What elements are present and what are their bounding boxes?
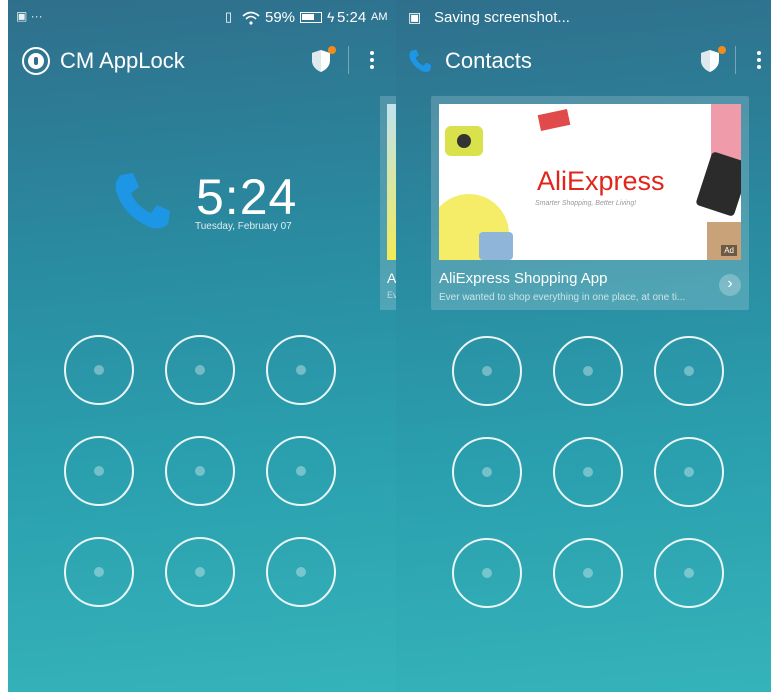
status-time: 5:24 xyxy=(337,9,367,26)
battery-percent: 59% xyxy=(265,9,296,26)
pattern-node[interactable] xyxy=(266,335,336,405)
screenshot-icon: ▣ xyxy=(408,9,422,25)
phone-icon xyxy=(115,173,170,229)
status-bar: ▣ Saving screenshot... xyxy=(396,0,771,36)
app-title: Contacts xyxy=(445,48,532,73)
contacts-screen: ▣ Saving screenshot... Contacts AliExpre… xyxy=(396,0,771,692)
wifi-icon xyxy=(242,11,260,25)
pattern-node[interactable] xyxy=(654,437,724,507)
pattern-node[interactable] xyxy=(452,437,522,507)
pattern-node[interactable] xyxy=(553,336,623,406)
ad-camera-shape xyxy=(445,126,483,156)
shield-icon[interactable] xyxy=(699,46,726,73)
clock-time: 5:24 xyxy=(196,169,298,225)
ad-description: Ever wanted to shop everything in one pl… xyxy=(439,292,686,303)
ad-tablet-shape xyxy=(695,151,741,217)
clock-date: Tuesday, February 07 xyxy=(195,221,292,232)
pattern-node[interactable] xyxy=(452,336,522,406)
ad-tagline: Smarter Shopping, Better Living! xyxy=(535,200,637,207)
peek-title: A xyxy=(387,270,396,286)
battery-icon xyxy=(300,12,322,23)
app-bar: CM AppLock xyxy=(8,38,396,82)
ad-badge: Ad xyxy=(721,245,737,256)
pattern-node[interactable] xyxy=(266,436,336,506)
status-bar: ▣ ··· ▯ 59% ϟ 5:24 AM xyxy=(8,0,396,36)
ad-brand: AliExpress xyxy=(537,166,665,196)
more-vert-icon[interactable] xyxy=(367,48,377,72)
charging-icon: ϟ xyxy=(327,9,335,25)
pattern-node[interactable] xyxy=(64,537,134,607)
chevron-right-icon[interactable]: › xyxy=(719,274,741,296)
status-ampm: AM xyxy=(371,11,388,23)
applock-screen: ▣ ··· ▯ 59% ϟ 5:24 AM CM AppLock 5:24 Tu… xyxy=(8,0,396,692)
vibrate-icon: ▯ xyxy=(225,9,233,24)
pattern-node[interactable] xyxy=(165,436,235,506)
app-bar: Contacts xyxy=(396,38,771,82)
ad-title[interactable]: AliExpress Shopping App xyxy=(439,270,607,287)
pattern-node[interactable] xyxy=(553,538,623,608)
pattern-node[interactable] xyxy=(165,335,235,405)
peek-ad-card[interactable]: A Ev xyxy=(380,96,396,310)
ad-cloth-shape xyxy=(479,232,513,260)
pattern-node[interactable] xyxy=(553,437,623,507)
phone-icon xyxy=(409,49,432,72)
pattern-node[interactable] xyxy=(165,537,235,607)
notification-icons: ▣ ··· xyxy=(16,9,43,23)
ad-card[interactable]: AliExpress Smarter Shopping, Better Livi… xyxy=(431,96,749,310)
pattern-node[interactable] xyxy=(64,335,134,405)
shield-icon[interactable] xyxy=(310,46,336,73)
app-title: CM AppLock xyxy=(60,48,185,73)
appbar-divider xyxy=(735,46,736,74)
pattern-node[interactable] xyxy=(654,538,724,608)
pattern-node[interactable] xyxy=(266,537,336,607)
peek-sub: Ev xyxy=(387,290,396,300)
ad-red-shape xyxy=(537,109,571,131)
pattern-node[interactable] xyxy=(64,436,134,506)
more-vert-icon[interactable] xyxy=(754,48,764,72)
ad-image[interactable]: AliExpress Smarter Shopping, Better Livi… xyxy=(439,104,741,260)
pattern-node[interactable] xyxy=(452,538,522,608)
pattern-node[interactable] xyxy=(654,336,724,406)
applock-logo-icon xyxy=(22,47,50,75)
appbar-divider xyxy=(348,46,349,74)
status-message: Saving screenshot... xyxy=(434,9,570,26)
